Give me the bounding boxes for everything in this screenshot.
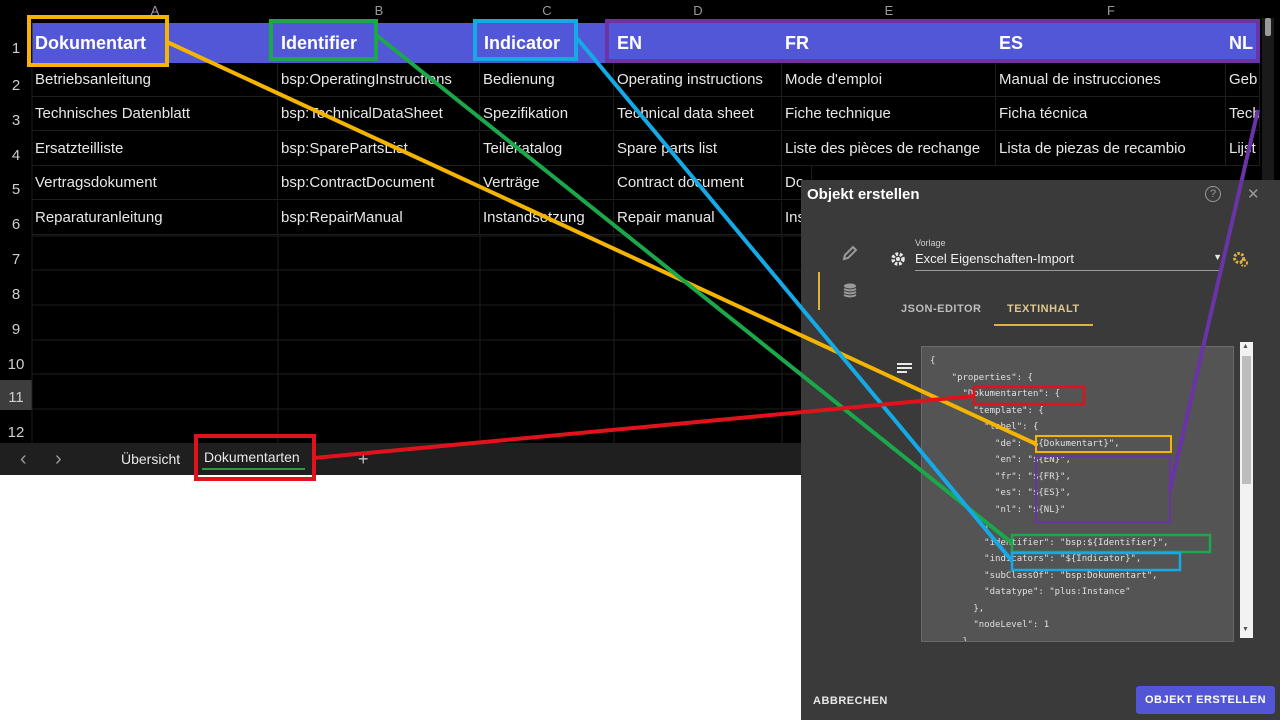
create-object-button[interactable]: OBJEKT ERSTELLEN: [1136, 686, 1275, 714]
code-editor[interactable]: { "properties": { "Dokumentarten": { "te…: [921, 346, 1234, 642]
tab-textinhalt[interactable]: TEXTINHALT: [1007, 303, 1080, 315]
template-settings-icon[interactable]: [1231, 250, 1249, 268]
editor-scrollbar[interactable]: ▲ ▼: [1240, 342, 1253, 638]
active-tab-underline: [202, 468, 305, 470]
create-object-dialog: Objekt erstellen ? ✕ Vorlage Excel Eigen…: [801, 180, 1280, 720]
sheet-nav-prev-icon[interactable]: ‹: [20, 443, 27, 475]
template-select[interactable]: Excel Eigenschaften-Import ▼: [915, 250, 1222, 271]
close-icon[interactable]: ✕: [1247, 185, 1260, 203]
template-label: Vorlage: [915, 238, 946, 248]
template-select-value: Excel Eigenschaften-Import: [915, 251, 1074, 266]
tab-json-editor[interactable]: JSON-EDITOR: [901, 303, 981, 315]
wrap-lines-bar: [897, 363, 912, 365]
database-icon[interactable]: [841, 282, 859, 300]
help-glyph: ?: [1209, 188, 1217, 200]
wrap-lines-bar: [897, 371, 907, 373]
code-text[interactable]: { "properties": { "Dokumentarten": { "te…: [930, 353, 1168, 641]
pencil-icon[interactable]: [841, 244, 859, 262]
scrollbar-thumb[interactable]: [1242, 356, 1251, 484]
dialog-title: Objekt erstellen: [807, 186, 920, 203]
active-rail-indicator: [818, 272, 820, 310]
wrap-lines-icon[interactable]: [897, 363, 912, 373]
sheet-nav-next-icon[interactable]: ›: [55, 443, 62, 475]
chevron-down-icon: ▼: [1213, 252, 1222, 262]
help-icon[interactable]: ?: [1205, 186, 1221, 202]
scroll-up-icon[interactable]: ▲: [1242, 343, 1249, 350]
add-sheet-icon[interactable]: +: [358, 443, 369, 475]
wrap-lines-bar: [897, 367, 912, 369]
active-tab-indicator: [994, 324, 1093, 326]
settings-gear-icon[interactable]: [889, 250, 907, 268]
sheet-tab-uebersicht[interactable]: Übersicht: [121, 443, 180, 475]
scroll-down-icon[interactable]: ▼: [1242, 626, 1249, 633]
cancel-button[interactable]: ABBRECHEN: [813, 695, 888, 707]
